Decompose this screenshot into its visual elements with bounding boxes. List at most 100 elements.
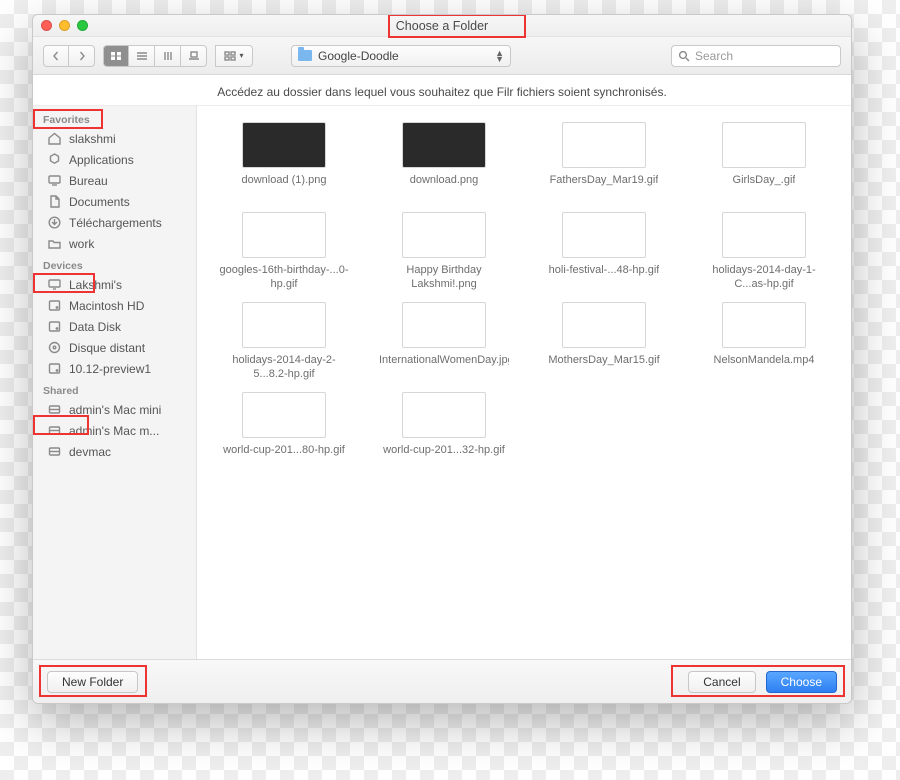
file-item[interactable]: world-cup-201...80-hp.gif [207, 392, 361, 472]
file-item[interactable]: NelsonMandela.mp4 [687, 302, 841, 382]
sidebar-item[interactable]: admin's Mac mini [33, 399, 196, 420]
file-name: NelsonMandela.mp4 [714, 354, 815, 382]
file-thumbnail [242, 392, 326, 438]
file-name: download (1).png [241, 174, 326, 202]
sidebar-section-header: Favorites [33, 108, 196, 128]
disk-icon [47, 319, 62, 334]
sidebar-item-label: Téléchargements [69, 216, 162, 230]
disk-icon [47, 361, 62, 376]
sidebar-item-label: slakshmi [69, 132, 116, 146]
file-name: MothersDay_Mar15.gif [548, 354, 659, 382]
sidebar-item[interactable]: 10.12-preview1 [33, 358, 196, 379]
sidebar-item-label: Documents [69, 195, 130, 209]
sidebar-item-label: 10.12-preview1 [69, 362, 151, 376]
sidebar-item-label: Macintosh HD [69, 299, 144, 313]
sidebar: Favorites slakshmi Applications Bureau Docum… [33, 106, 197, 659]
file-thumbnail [562, 302, 646, 348]
column-view-button[interactable] [155, 45, 181, 67]
file-item[interactable]: FathersDay_Mar19.gif [527, 122, 681, 202]
sidebar-item-label: admin's Mac mini [69, 403, 161, 417]
apps-icon [47, 152, 62, 167]
file-name: InternationalWomenDay.jpg [379, 354, 509, 382]
dialog-footer: New Folder Cancel Choose [33, 659, 851, 703]
sidebar-item[interactable]: Téléchargements [33, 212, 196, 233]
folder-icon [298, 50, 312, 61]
file-thumbnail [242, 302, 326, 348]
file-name: FathersDay_Mar19.gif [550, 174, 659, 202]
computer-icon [47, 277, 62, 292]
sidebar-item[interactable]: Applications [33, 149, 196, 170]
file-item[interactable]: holidays-2014-day-1-C...as-hp.gif [687, 212, 841, 292]
home-icon [47, 131, 62, 146]
view-mode-segment [103, 45, 207, 67]
sidebar-item-label: work [69, 237, 94, 251]
file-item[interactable]: holidays-2014-day-2-5...8.2-hp.gif [207, 302, 361, 382]
path-label: Google-Doodle [318, 49, 399, 63]
file-name: world-cup-201...32-hp.gif [383, 444, 505, 472]
downloads-icon [47, 215, 62, 230]
file-item[interactable]: Happy Birthday Lakshmi!.png [367, 212, 521, 292]
back-button[interactable] [43, 45, 69, 67]
file-name: holi-festival-...48-hp.gif [549, 264, 660, 292]
file-item[interactable]: MothersDay_Mar15.gif [527, 302, 681, 382]
sidebar-item[interactable]: admin's Mac m... [33, 420, 196, 441]
folder-icon [47, 236, 62, 251]
nav-buttons [43, 45, 95, 67]
file-item[interactable]: InternationalWomenDay.jpg [367, 302, 521, 382]
new-folder-button[interactable]: New Folder [47, 671, 138, 693]
sidebar-item-label: devmac [69, 445, 111, 459]
dialog-body: Favorites slakshmi Applications Bureau Docum… [33, 106, 851, 659]
sidebar-item[interactable]: Data Disk [33, 316, 196, 337]
sidebar-item[interactable]: Bureau [33, 170, 196, 191]
coverflow-view-button[interactable] [181, 45, 207, 67]
group-by-button[interactable]: ▾ [215, 45, 253, 67]
search-icon [678, 50, 690, 62]
sidebar-item[interactable]: Documents [33, 191, 196, 212]
desktop-icon [47, 173, 62, 188]
instruction-message: Accédez au dossier dans lequel vous souh… [33, 75, 851, 106]
choose-button[interactable]: Choose [766, 671, 837, 693]
forward-button[interactable] [69, 45, 95, 67]
sidebar-item[interactable]: slakshmi [33, 128, 196, 149]
file-item[interactable]: download.png [367, 122, 521, 202]
file-name: GirlsDay_.gif [733, 174, 796, 202]
sidebar-item[interactable]: devmac [33, 441, 196, 462]
file-thumbnail [242, 212, 326, 258]
file-item[interactable]: download (1).png [207, 122, 361, 202]
titlebar: Choose a Folder [33, 15, 851, 37]
file-item[interactable]: GirlsDay_.gif [687, 122, 841, 202]
list-view-button[interactable] [129, 45, 155, 67]
sidebar-item-label: Data Disk [69, 320, 121, 334]
sidebar-item[interactable]: work [33, 233, 196, 254]
file-thumbnail [402, 392, 486, 438]
file-name: holidays-2014-day-1-C...as-hp.gif [699, 264, 829, 292]
file-name: googles-16th-birthday-...0-hp.gif [219, 264, 349, 292]
sidebar-item[interactable]: Disque distant [33, 337, 196, 358]
cancel-button[interactable]: Cancel [688, 671, 755, 693]
sidebar-item[interactable]: Lakshmi's [33, 274, 196, 295]
file-thumbnail [242, 122, 326, 168]
file-name: Happy Birthday Lakshmi!.png [379, 264, 509, 292]
disk-icon [47, 298, 62, 313]
file-item[interactable]: world-cup-201...32-hp.gif [367, 392, 521, 472]
server-icon [47, 402, 62, 417]
chevron-updown-icon: ▲▼ [495, 50, 504, 62]
file-thumbnail [562, 122, 646, 168]
file-name: download.png [410, 174, 479, 202]
search-placeholder: Search [695, 49, 733, 63]
sidebar-section-header: Shared [33, 379, 196, 399]
file-item[interactable]: holi-festival-...48-hp.gif [527, 212, 681, 292]
choose-folder-dialog: Choose a Folder ▾ Google-Doodle ▲▼ Searc… [32, 14, 852, 704]
path-popup[interactable]: Google-Doodle ▲▼ [291, 45, 511, 67]
icon-view-button[interactable] [103, 45, 129, 67]
server-icon [47, 444, 62, 459]
file-browser[interactable]: download (1).png download.png FathersDay_M… [197, 106, 851, 659]
search-field[interactable]: Search [671, 45, 841, 67]
file-thumbnail [722, 302, 806, 348]
file-thumbnail [402, 212, 486, 258]
window-title: Choose a Folder [33, 19, 851, 33]
sidebar-item[interactable]: Macintosh HD [33, 295, 196, 316]
group-segment: ▾ [215, 45, 253, 67]
sidebar-item-label: Applications [69, 153, 134, 167]
file-item[interactable]: googles-16th-birthday-...0-hp.gif [207, 212, 361, 292]
